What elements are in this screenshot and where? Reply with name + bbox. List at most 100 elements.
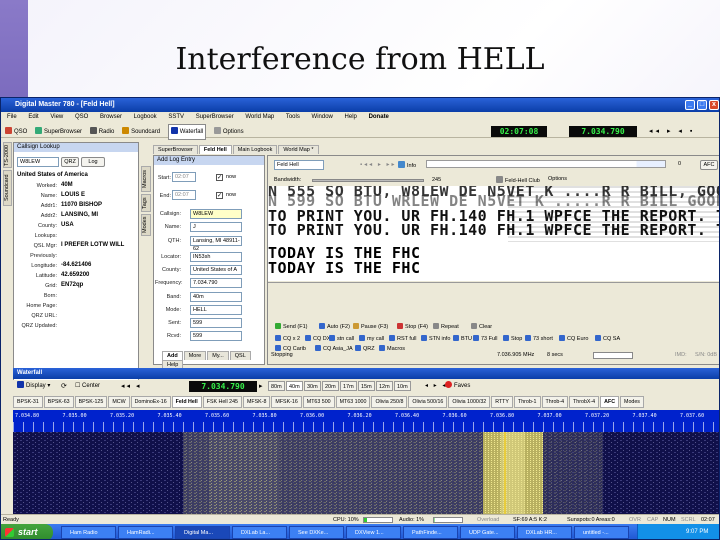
- taskbar-task[interactable]: DXLab HR...: [517, 526, 572, 539]
- menu-browser[interactable]: Browser: [100, 114, 122, 120]
- bandwidth-slider[interactable]: [312, 179, 424, 182]
- log-field-input[interactable]: Lansing, MI 48911-62: [190, 236, 242, 252]
- afc-button[interactable]: AFC: [700, 160, 718, 170]
- band-button[interactable]: 12m: [376, 381, 393, 391]
- mode-button[interactable]: Olivia 500/16: [408, 396, 448, 408]
- log-field-input[interactable]: 40m: [190, 292, 242, 302]
- mode-button[interactable]: BPSK-31: [13, 396, 43, 408]
- side-tab-ts2000[interactable]: TS-2000: [3, 142, 12, 168]
- macro-button[interactable]: QRZ: [355, 344, 375, 354]
- mode-button[interactable]: ThrobX-4: [569, 396, 600, 408]
- mode-button[interactable]: FSK Hell 245: [202, 396, 242, 408]
- start-button[interactable]: start: [1, 524, 53, 539]
- waterfall-nav-icons[interactable]: ◂◂ ◂: [121, 380, 142, 393]
- macro-button[interactable]: RST full: [389, 334, 416, 344]
- taskbar-task[interactable]: Digital Ma...: [175, 526, 230, 539]
- mode-button[interactable]: MT63 500: [302, 396, 335, 408]
- mode-button[interactable]: MFSK-16: [271, 396, 302, 408]
- superbrowser-button[interactable]: SuperBrowser: [35, 125, 82, 139]
- band-button[interactable]: 15m: [358, 381, 375, 391]
- tab-feld-hell[interactable]: Feld Hell: [198, 145, 232, 154]
- log-field-input[interactable]: United States of A: [190, 265, 242, 275]
- band-button[interactable]: 10m: [394, 381, 411, 391]
- macro-button[interactable]: CQ Asia_JA: [315, 344, 353, 354]
- macro-button[interactable]: Macros: [379, 344, 405, 354]
- taskbar-task[interactable]: HamRadi...: [118, 526, 173, 539]
- qso-button[interactable]: QSO: [5, 125, 27, 139]
- log-field-input[interactable]: 599: [190, 318, 242, 328]
- menu-world-map[interactable]: World Map: [245, 114, 274, 120]
- mode-button[interactable]: Olivia 250/8: [371, 396, 408, 408]
- qrz-button[interactable]: QRZ: [61, 157, 79, 167]
- taskbar-task[interactable]: PathFinde...: [403, 526, 458, 539]
- macro-button[interactable]: my call: [359, 334, 384, 344]
- send-control-button[interactable]: Send (F1): [275, 322, 307, 332]
- taskbar-task[interactable]: DXLab La...: [232, 526, 287, 539]
- band-button[interactable]: 40m: [286, 381, 303, 391]
- radio-button[interactable]: Radio: [89, 125, 114, 139]
- tab-superbrowser[interactable]: SuperBrowser: [153, 145, 198, 154]
- mode-button[interactable]: DominoEx-16: [130, 396, 171, 408]
- minimize-icon[interactable]: _: [685, 100, 695, 110]
- log-field-input[interactable]: IN53sh: [190, 252, 242, 262]
- options-button[interactable]: Options: [213, 125, 244, 139]
- send-control-button[interactable]: Auto (F2): [319, 322, 350, 332]
- menu-help[interactable]: Help: [345, 114, 357, 120]
- mode-button[interactable]: MT63 1000: [335, 396, 371, 408]
- menu-window[interactable]: Window: [312, 114, 333, 120]
- mode-select[interactable]: Feld Hell: [274, 160, 324, 170]
- taskbar-task[interactable]: untitled -...: [574, 526, 629, 539]
- close-icon[interactable]: x: [709, 100, 719, 110]
- start-now-checkbox[interactable]: ✓: [216, 174, 223, 181]
- mode-button[interactable]: Throb-4: [541, 396, 569, 408]
- tab-qsl[interactable]: QSL: [229, 351, 251, 360]
- start-time-input[interactable]: 02:07: [172, 172, 196, 182]
- side-tab-modes[interactable]: Modes: [141, 214, 151, 236]
- feld-hell-club-button[interactable]: Feld-Hell Club: [496, 176, 540, 184]
- center-checkbox[interactable]: ☐ Center: [75, 380, 100, 393]
- end-time-input[interactable]: 02:07: [172, 190, 196, 200]
- macro-button[interactable]: BTU: [453, 334, 472, 344]
- band-button[interactable]: 20m: [322, 381, 339, 391]
- side-tab-tags[interactable]: Tags: [141, 194, 151, 212]
- macro-button[interactable]: STN info: [421, 334, 450, 344]
- refresh-icon[interactable]: ⟳: [61, 380, 67, 393]
- menu-tools[interactable]: Tools: [286, 114, 300, 120]
- taskbar-task[interactable]: DXView 1...: [346, 526, 401, 539]
- macro-button[interactable]: CQ DX: [305, 334, 330, 344]
- taskbar-task[interactable]: UDP Gate...: [460, 526, 515, 539]
- mode-button[interactable]: AFC: [600, 396, 620, 408]
- send-control-button[interactable]: Pause (F3): [353, 322, 388, 332]
- side-tab-soundcard[interactable]: Soundcard: [3, 170, 12, 206]
- log-field-input[interactable]: 599: [190, 331, 242, 341]
- menu-edit[interactable]: Edit: [28, 114, 38, 120]
- macro-button[interactable]: Stop: [503, 334, 522, 344]
- log-field-input[interactable]: HELL: [190, 305, 242, 315]
- macro-button[interactable]: CQ x 2: [275, 334, 300, 344]
- info-button[interactable]: Info: [398, 161, 416, 169]
- band-button[interactable]: 30m: [304, 381, 321, 391]
- waterfall-display[interactable]: 7.034.80 7.035.00 7.035.20 7.035.40 7.035.60…: [13, 410, 719, 514]
- menu-qso[interactable]: QSO: [75, 114, 88, 120]
- taskbar-task[interactable]: See DXKe...: [289, 526, 344, 539]
- menu-donate[interactable]: Donate: [369, 114, 389, 120]
- mode-button[interactable]: Throb-1: [513, 396, 541, 408]
- tab-main-logbook[interactable]: Main Logbook: [232, 145, 278, 154]
- transport-icons[interactable]: ◂◂ ▸ ◂ ▪: [649, 127, 695, 135]
- log-field-input[interactable]: 7.034.790: [190, 278, 242, 288]
- feld-options-button[interactable]: Options: [548, 176, 567, 182]
- menu-file[interactable]: File: [7, 114, 17, 120]
- send-control-button[interactable]: Repeat: [433, 322, 459, 332]
- mode-button[interactable]: BPSK-125: [74, 396, 108, 408]
- band-button[interactable]: 17m: [340, 381, 357, 391]
- tab-world-map[interactable]: World Map *: [278, 145, 319, 154]
- maximize-icon[interactable]: □: [697, 100, 707, 110]
- log-button[interactable]: Log: [81, 157, 105, 167]
- menu-view[interactable]: View: [50, 114, 63, 120]
- display-dropdown[interactable]: Display ▾: [17, 380, 50, 393]
- taskbar-task[interactable]: Ham Radio: [61, 526, 116, 539]
- log-field-input[interactable]: J: [190, 222, 242, 232]
- mode-button[interactable]: RTTY: [491, 396, 513, 408]
- faves-button[interactable]: Faves: [445, 380, 470, 393]
- macro-button[interactable]: CQ SA: [595, 334, 620, 344]
